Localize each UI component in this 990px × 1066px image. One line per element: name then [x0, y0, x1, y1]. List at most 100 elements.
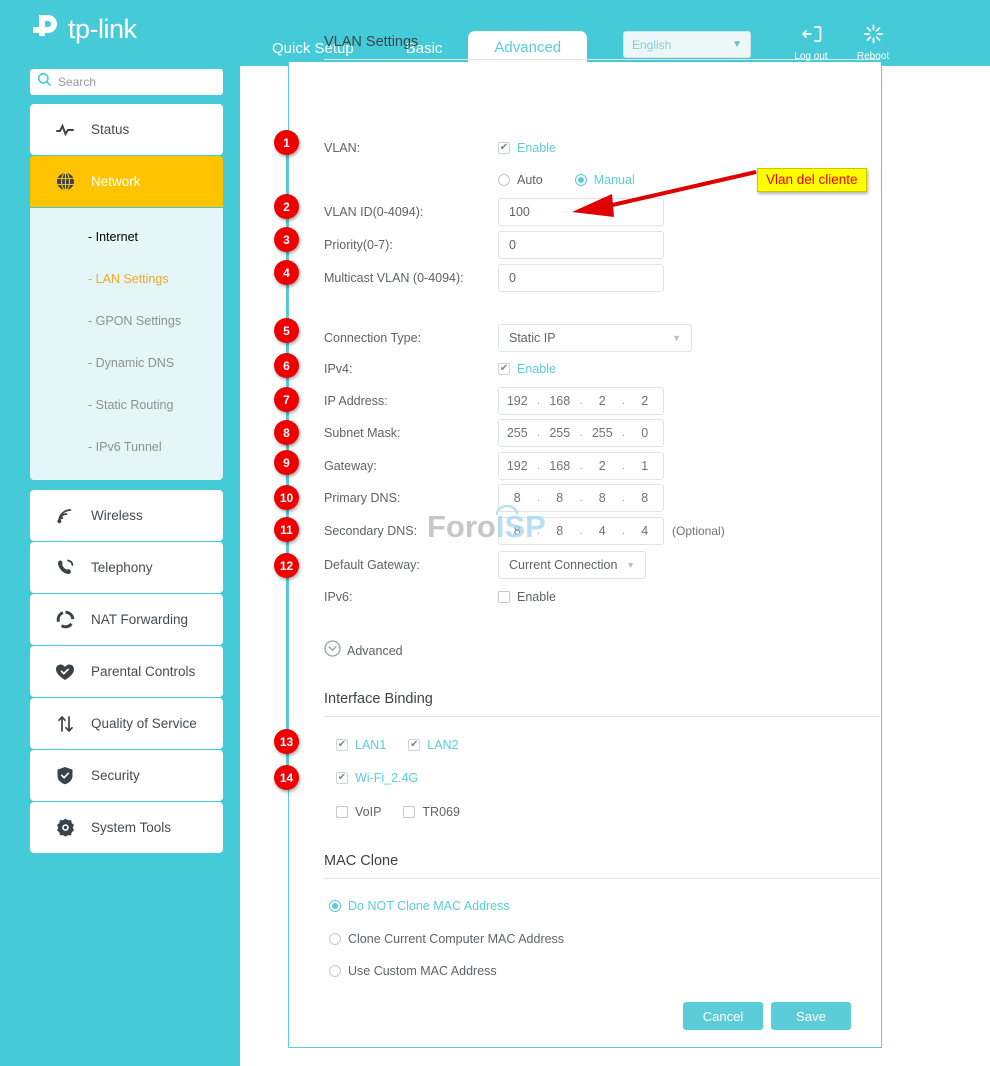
sidebar-item-security[interactable]: Security	[30, 750, 223, 801]
radio-icon[interactable]	[329, 900, 341, 912]
sidebar-item-status[interactable]: Status	[30, 104, 223, 155]
vlan-enable-checkbox[interactable]: Enable	[498, 141, 556, 155]
secondary-dns-input[interactable]: 8 . 8 . 4 . 4	[498, 517, 664, 545]
sdns-octet-1[interactable]: 8	[499, 524, 536, 538]
red-arrow-icon	[560, 170, 760, 230]
binding-voip[interactable]: VoIP	[336, 805, 381, 819]
multicast-vlan-input[interactable]: 0	[498, 264, 664, 292]
checkbox-icon[interactable]	[336, 772, 348, 784]
chevron-down-icon: ▼	[626, 560, 635, 570]
annotation-badge-7: 7	[274, 387, 299, 412]
checkbox-icon[interactable]	[408, 739, 421, 751]
sidebar-item-dynamic-dns[interactable]: - Dynamic DNS	[30, 342, 223, 384]
radio-icon[interactable]	[498, 174, 510, 186]
sidebar-item-lan-settings[interactable]: - LAN Settings	[30, 258, 223, 300]
pdns-octet-3[interactable]: 8	[584, 491, 621, 505]
connection-type-select[interactable]: Static IP ▼	[498, 324, 692, 352]
gateway-input[interactable]: 192 . 168 . 2 . 1	[498, 452, 664, 480]
binding-lan1-label: LAN1	[355, 738, 387, 752]
pdns-octet-2[interactable]: 8	[542, 491, 579, 505]
primary-dns-input[interactable]: 8 . 8 . 8 . 8	[498, 484, 664, 512]
save-button[interactable]: Save	[771, 1002, 851, 1030]
row-connection-type: Connection Type: Static IP ▼	[324, 324, 692, 352]
sidebar-item-system-tools[interactable]: System Tools	[30, 802, 223, 853]
subnet-octet-3[interactable]: 255	[584, 426, 621, 440]
search-input[interactable]: Search	[30, 69, 223, 95]
sidebar-menu: Status Network - Internet - LAN Settings…	[30, 104, 223, 854]
default-gateway-select[interactable]: Current Connection ▼	[498, 551, 646, 579]
checkbox-icon[interactable]	[403, 806, 416, 818]
sidebar-item-label: NAT Forwarding	[91, 612, 189, 627]
binding-tr069[interactable]: TR069	[403, 805, 460, 819]
brand-name: tp-link	[68, 13, 137, 44]
gateway-octet-2[interactable]: 168	[542, 459, 579, 473]
gateway-octet-1[interactable]: 192	[499, 459, 536, 473]
ipv4-enable-checkbox[interactable]: Enable	[498, 362, 556, 376]
brand-logo[interactable]: tp-link	[30, 12, 137, 46]
binding-wifi-24g[interactable]: Wi-Fi_2.4G	[336, 771, 418, 785]
checkbox-icon[interactable]	[498, 142, 510, 154]
sidebar-item-wireless[interactable]: Wireless	[30, 490, 223, 541]
binding-lan2[interactable]: LAN2	[408, 738, 459, 752]
binding-voip-label: VoIP	[355, 805, 382, 819]
tplink-logo-icon	[30, 12, 64, 46]
vlan-mode-auto[interactable]: Auto	[498, 173, 543, 187]
row-subnet-mask: Subnet Mask: 255 . 255 . 255 . 0	[324, 419, 664, 447]
subnet-mask-input[interactable]: 255 . 255 . 255 . 0	[498, 419, 664, 447]
search-icon	[37, 72, 52, 92]
annotation-badge-2: 2	[274, 194, 299, 219]
ipv6-enable-label: Enable	[517, 590, 556, 604]
mac-clone-option-custom[interactable]: Use Custom MAC Address	[329, 964, 497, 978]
sidebar-item-telephony[interactable]: Telephony	[30, 542, 223, 593]
pdns-octet-4[interactable]: 8	[627, 491, 664, 505]
checkbox-icon[interactable]	[336, 806, 348, 818]
sidebar-item-nat-forwarding[interactable]: NAT Forwarding	[30, 594, 223, 645]
mac-clone-option-current[interactable]: Clone Current Computer MAC Address	[329, 932, 564, 946]
annotation-badge-1: 1	[274, 130, 299, 155]
row-ip-address: IP Address: 192 . 168 . 2 . 2	[324, 387, 664, 415]
sidebar-item-ipv6-tunnel[interactable]: - IPv6 Tunnel	[30, 426, 223, 468]
annotation-badge-14: 14	[274, 765, 299, 790]
subnet-octet-1[interactable]: 255	[499, 426, 536, 440]
radio-icon[interactable]	[329, 933, 341, 945]
mac-clone-option-none[interactable]: Do NOT Clone MAC Address	[329, 899, 510, 913]
radio-icon[interactable]	[329, 965, 341, 977]
gateway-octet-4[interactable]: 1	[627, 459, 664, 473]
sdns-octet-2[interactable]: 8	[542, 524, 579, 538]
sidebar-item-quality-of-service[interactable]: Quality of Service	[30, 698, 223, 749]
subnet-octet-2[interactable]: 255	[542, 426, 579, 440]
ip-octet-4[interactable]: 2	[627, 394, 664, 408]
ip-octet-3[interactable]: 2	[584, 394, 621, 408]
ipv4-label: IPv4:	[324, 362, 353, 376]
connection-type-value: Static IP	[509, 331, 556, 345]
sidebar-item-internet[interactable]: - Internet	[30, 216, 223, 258]
sidebar-item-gpon-settings[interactable]: - GPON Settings	[30, 300, 223, 342]
gateway-octet-3[interactable]: 2	[584, 459, 621, 473]
binding-lan1[interactable]: LAN1	[336, 738, 386, 752]
row-default-gateway: Default Gateway: Current Connection ▼	[324, 551, 646, 579]
ip-octet-1[interactable]: 192	[499, 394, 536, 408]
arrows-updown-icon	[55, 715, 75, 733]
heart-shield-icon	[55, 663, 75, 681]
ip-address-input[interactable]: 192 . 168 . 2 . 2	[498, 387, 664, 415]
cancel-button[interactable]: Cancel	[683, 1002, 763, 1030]
sdns-octet-3[interactable]: 4	[584, 524, 621, 538]
annotation-badge-11: 11	[274, 517, 299, 542]
advanced-expander[interactable]: Advanced	[324, 640, 403, 662]
checkbox-icon[interactable]	[336, 739, 348, 751]
subnet-octet-4[interactable]: 0	[627, 426, 664, 440]
pdns-octet-1[interactable]: 8	[499, 491, 536, 505]
sdns-octet-4[interactable]: 4	[627, 524, 664, 538]
checkbox-icon[interactable]	[498, 591, 510, 603]
annotation-badge-4: 4	[274, 260, 299, 285]
network-submenu: - Internet - LAN Settings - GPON Setting…	[30, 208, 223, 480]
priority-input[interactable]: 0	[498, 231, 664, 259]
sidebar-item-parental-controls[interactable]: Parental Controls	[30, 646, 223, 697]
ipv6-enable-checkbox[interactable]: Enable	[498, 590, 556, 604]
sidebar-item-static-routing[interactable]: - Static Routing	[30, 384, 223, 426]
ip-octet-2[interactable]: 168	[542, 394, 579, 408]
form-actions: Cancel Save	[683, 1002, 851, 1030]
sidebar-item-network[interactable]: Network	[30, 156, 223, 207]
checkbox-icon[interactable]	[498, 363, 510, 375]
shield-check-icon	[55, 766, 75, 785]
